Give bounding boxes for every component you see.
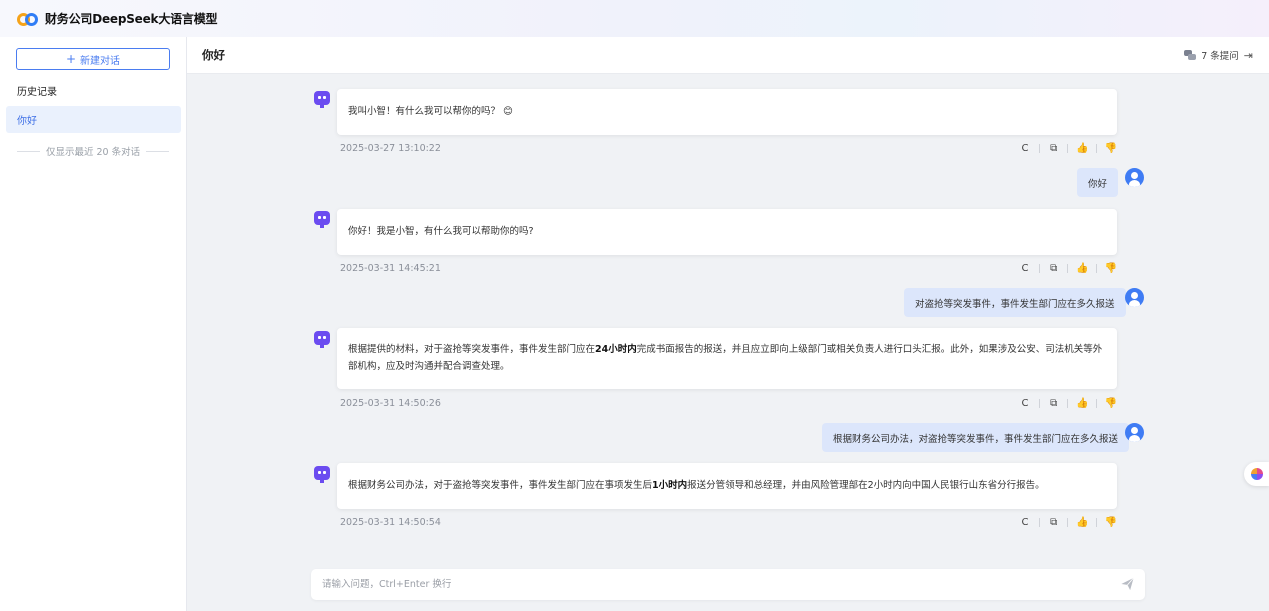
bot-message-highlight: 24小时内 (595, 344, 637, 355)
message-actions: C ⧉ 👍 👎 (1018, 263, 1118, 274)
thumbs-up-icon[interactable]: 👍 (1075, 143, 1089, 154)
chat-bubbles-icon (1184, 50, 1197, 60)
chat-input-box (311, 569, 1145, 600)
bot-message: 根据提供的材料，对于盗抢等突发事件，事件发生部门应在24小时内完成书面报告的报送… (337, 328, 1117, 389)
logout-icon[interactable]: ⇥ (1244, 49, 1253, 62)
thumbs-down-icon[interactable]: 👎 (1104, 517, 1118, 528)
sidebar: + 新建对话 历史记录 你好 仅显示最近 20 条对话 (0, 37, 187, 611)
bot-message-text: 我叫小智！有什么我可以帮你的吗？ 😊 (348, 106, 513, 117)
user-message-text: 根据财务公司办法，对盗抢等突发事件，事件发生部门应在多久报送 (833, 433, 1119, 445)
user-message: 对盗抢等突发事件，事件发生部门应在多久报送 (904, 288, 1126, 317)
app-logo-icon (17, 11, 39, 27)
regenerate-icon[interactable]: C (1018, 143, 1032, 154)
history-note-text: 仅显示最近 20 条对话 (45, 147, 141, 158)
bot-message: 你好！我是小智，有什么我可以帮助你的吗? (337, 209, 1117, 255)
bot-avatar-icon (314, 211, 330, 225)
history-heading: 历史记录 (17, 87, 57, 98)
thumbs-up-icon[interactable]: 👍 (1075, 517, 1089, 528)
message-actions: C ⧉ 👍 👎 (1018, 143, 1118, 154)
bot-message-text: 你好！我是小智，有什么我可以帮助你的吗? (348, 226, 534, 237)
divider (146, 150, 170, 152)
floating-assistant-button[interactable] (1244, 462, 1269, 486)
chat-input[interactable] (311, 569, 1091, 600)
question-count: 7 条提问 (1201, 51, 1239, 62)
regenerate-icon[interactable]: C (1018, 517, 1032, 528)
conversation-topbar: 你好 7 条提问 ⇥ (187, 37, 1269, 74)
thumbs-down-icon[interactable]: 👎 (1104, 143, 1118, 154)
page-title: 你好 (202, 48, 225, 62)
bot-avatar-icon (314, 331, 330, 345)
user-message-text: 你好 (1088, 178, 1108, 190)
thumbs-down-icon[interactable]: 👎 (1104, 263, 1118, 274)
app-title: 财务公司DeepSeek大语言模型 (45, 12, 218, 26)
bot-avatar-icon (314, 466, 330, 480)
history-limit-note: 仅显示最近 20 条对话 (17, 144, 170, 158)
user-message-text: 对盗抢等突发事件，事件发生部门应在多久报送 (915, 298, 1115, 310)
brain-icon (1251, 468, 1263, 480)
new-chat-button[interactable]: + 新建对话 (16, 48, 170, 70)
sidebar-item-conversation[interactable]: 你好 (6, 106, 181, 133)
message-timestamp: 2025-03-27 13:10:22 (340, 143, 441, 154)
copy-icon[interactable]: ⧉ (1047, 143, 1061, 154)
message-timestamp: 2025-03-31 14:50:26 (340, 398, 441, 409)
copy-icon[interactable]: ⧉ (1047, 517, 1061, 528)
bot-message-text: 根据提供的材料，对于盗抢等突发事件，事件发生部门应在 (348, 344, 596, 355)
plus-icon: + (65, 52, 77, 66)
user-message: 根据财务公司办法，对盗抢等突发事件，事件发生部门应在多久报送 (822, 423, 1130, 452)
thumbs-down-icon[interactable]: 👎 (1104, 398, 1118, 409)
bot-message-text: 报送分管领导和总经理，并由风险管理部在2小时内向中国人民银行山东省分行报告。 (687, 480, 1045, 491)
regenerate-icon[interactable]: C (1018, 398, 1032, 409)
bot-avatar-icon (314, 91, 330, 105)
user-avatar (1125, 423, 1144, 442)
copy-icon[interactable]: ⧉ (1047, 398, 1061, 409)
user-avatar (1125, 288, 1144, 307)
message-timestamp: 2025-03-31 14:50:54 (340, 517, 441, 528)
bot-message: 根据财务公司办法，对于盗抢等突发事件，事件发生部门应在事项发生后1小时内报送分管… (337, 463, 1117, 509)
app-header: 财务公司DeepSeek大语言模型 (0, 0, 1269, 37)
bot-message-highlight: 1小时内 (652, 480, 688, 491)
user-message: 你好 (1077, 168, 1119, 197)
message-actions: C ⧉ 👍 👎 (1018, 398, 1118, 409)
bot-message: 我叫小智！有什么我可以帮你的吗？ 😊 (337, 89, 1117, 135)
message-timestamp: 2025-03-31 14:45:21 (340, 263, 441, 274)
bot-message-text: 根据财务公司办法，对于盗抢等突发事件，事件发生部门应在事项发生后 (348, 480, 653, 491)
message-actions: C ⧉ 👍 👎 (1018, 517, 1118, 528)
regenerate-icon[interactable]: C (1018, 263, 1032, 274)
thumbs-up-icon[interactable]: 👍 (1075, 263, 1089, 274)
send-icon[interactable] (1120, 577, 1135, 591)
new-chat-label: 新建对话 (80, 55, 121, 67)
copy-icon[interactable]: ⧉ (1047, 263, 1061, 274)
user-avatar (1125, 168, 1144, 187)
sidebar-item-label: 你好 (17, 116, 37, 127)
divider (17, 150, 40, 152)
thumbs-up-icon[interactable]: 👍 (1075, 398, 1089, 409)
